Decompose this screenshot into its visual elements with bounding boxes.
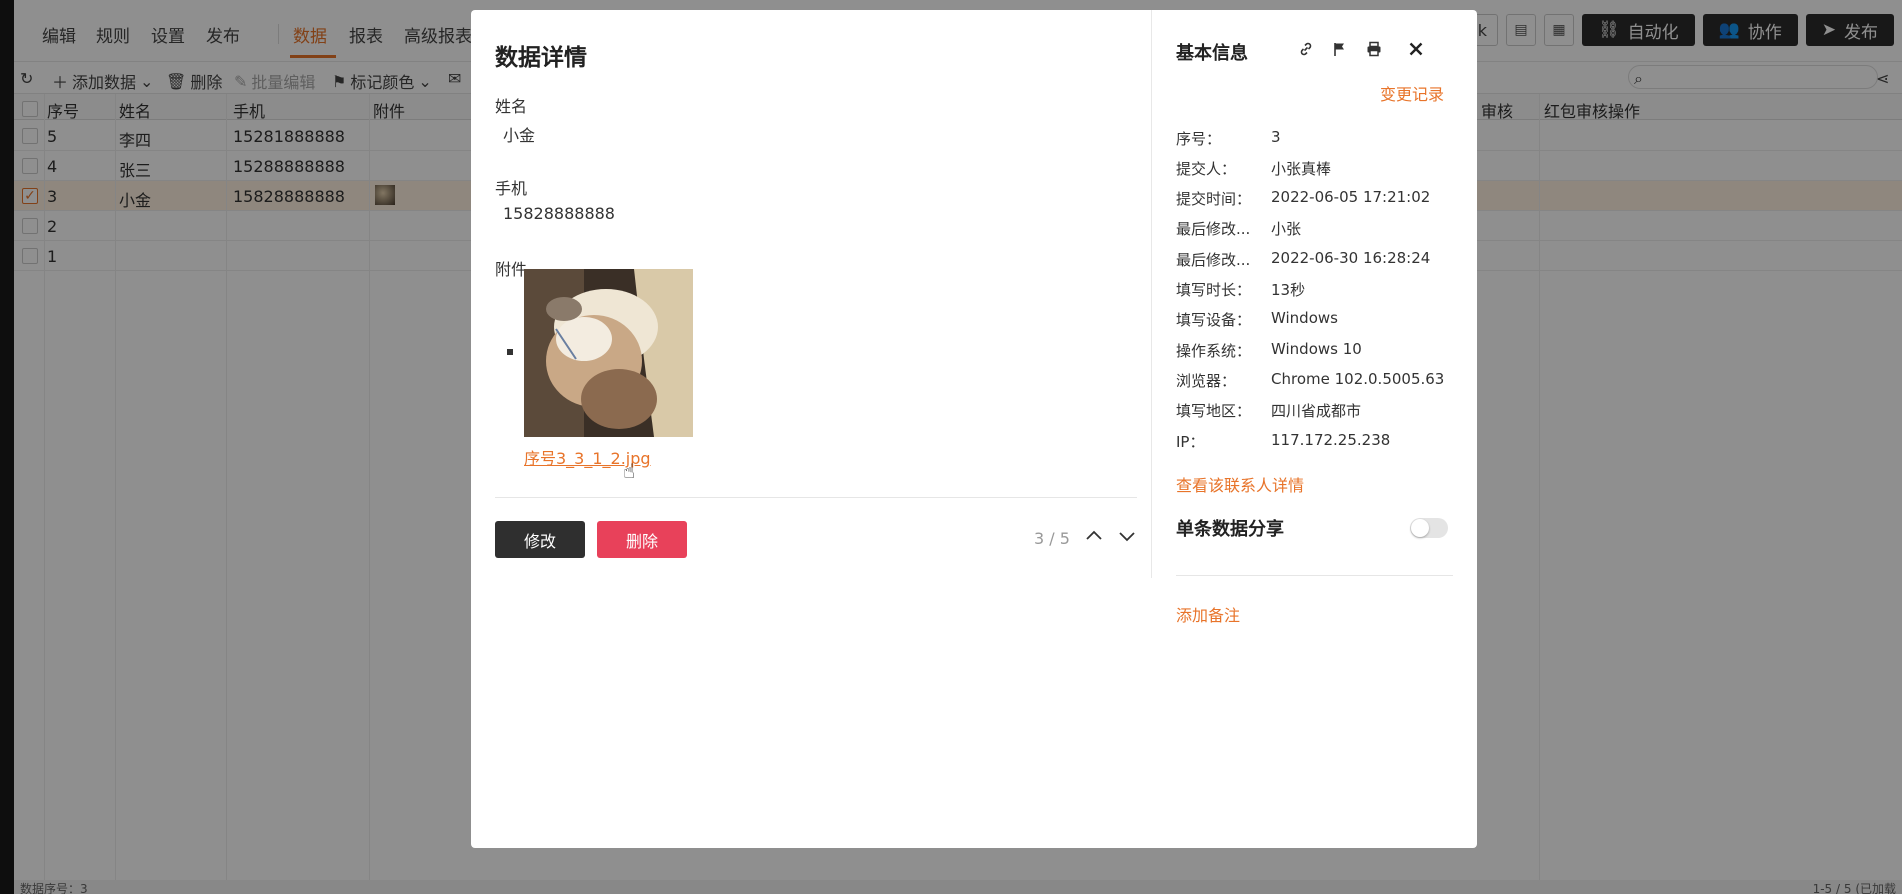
view-contact-link[interactable]: 查看该联系人详情	[1176, 472, 1304, 496]
list-bullet	[507, 349, 513, 355]
info-divider	[1176, 575, 1453, 576]
modal-title: 数据详情	[495, 45, 587, 71]
print-icon[interactable]	[1363, 38, 1385, 60]
info-key: 最后修改...	[1176, 220, 1251, 238]
chevron-down-icon[interactable]	[1116, 525, 1138, 551]
change-log-link[interactable]: 变更记录	[1380, 81, 1444, 105]
info-key: 提交人：	[1176, 160, 1237, 178]
footer-divider	[495, 497, 1137, 498]
record-pager: 3 / 5	[1034, 529, 1070, 548]
info-key: 填写时长：	[1176, 281, 1252, 299]
info-value: 117.172.25.238	[1271, 431, 1391, 449]
info-value: 2022-06-05 17:21:02	[1271, 188, 1431, 206]
link-icon[interactable]	[1295, 38, 1317, 60]
data-detail-modal: 数据详情 姓名 小金 手机 15828888888 附件 序号3_3_1_2.j…	[471, 10, 1477, 848]
info-key: 提交时间：	[1176, 190, 1252, 208]
info-key: 操作系统：	[1176, 342, 1252, 360]
hand-cursor-icon: ☝	[623, 459, 636, 483]
toggle-knob	[1411, 519, 1429, 537]
field-value-name: 小金	[503, 126, 536, 145]
info-key: 最后修改...	[1176, 251, 1251, 269]
close-icon[interactable]	[1405, 38, 1427, 60]
info-key: 填写地区：	[1176, 402, 1252, 420]
info-value: 小张真棒	[1271, 160, 1332, 178]
info-key: 序号：	[1176, 130, 1222, 148]
info-value: 四川省成都市	[1271, 402, 1362, 420]
chevron-up-icon[interactable]	[1083, 525, 1105, 551]
attachment-image[interactable]	[524, 269, 693, 437]
field-value-phone: 15828888888	[503, 204, 615, 223]
info-value: 3	[1271, 128, 1281, 146]
info-key: 填写设备：	[1176, 311, 1252, 329]
field-label-phone: 手机	[495, 179, 528, 198]
delete-button[interactable]: 删除	[597, 521, 687, 558]
field-label-name: 姓名	[495, 97, 528, 116]
info-value: 13秒	[1271, 281, 1306, 299]
share-label: 单条数据分享	[1176, 519, 1284, 540]
share-toggle[interactable]	[1410, 518, 1448, 538]
info-panel: 基本信息 变更记录 序号： 3 提交人： 小张真棒 提交时间： 2022-06-05 …	[1152, 10, 1477, 848]
field-label-attachment: 附件	[495, 260, 528, 279]
info-title: 基本信息	[1176, 43, 1248, 64]
detail-panel: 数据详情 姓名 小金 手机 15828888888 附件 序号3_3_1_2.j…	[471, 10, 1151, 848]
info-value: Windows	[1271, 309, 1338, 327]
info-value: 小张	[1271, 220, 1302, 238]
info-key: 浏览器：	[1176, 372, 1237, 390]
info-key: IP：	[1176, 433, 1205, 451]
info-value: 2022-06-30 16:28:24	[1271, 249, 1431, 267]
info-value: Chrome 102.0.5005.63	[1271, 370, 1445, 388]
add-note-link[interactable]: 添加备注	[1176, 602, 1240, 626]
info-value: Windows 10	[1271, 340, 1362, 358]
flag-icon[interactable]	[1329, 38, 1351, 60]
edit-button[interactable]: 修改	[495, 521, 585, 558]
